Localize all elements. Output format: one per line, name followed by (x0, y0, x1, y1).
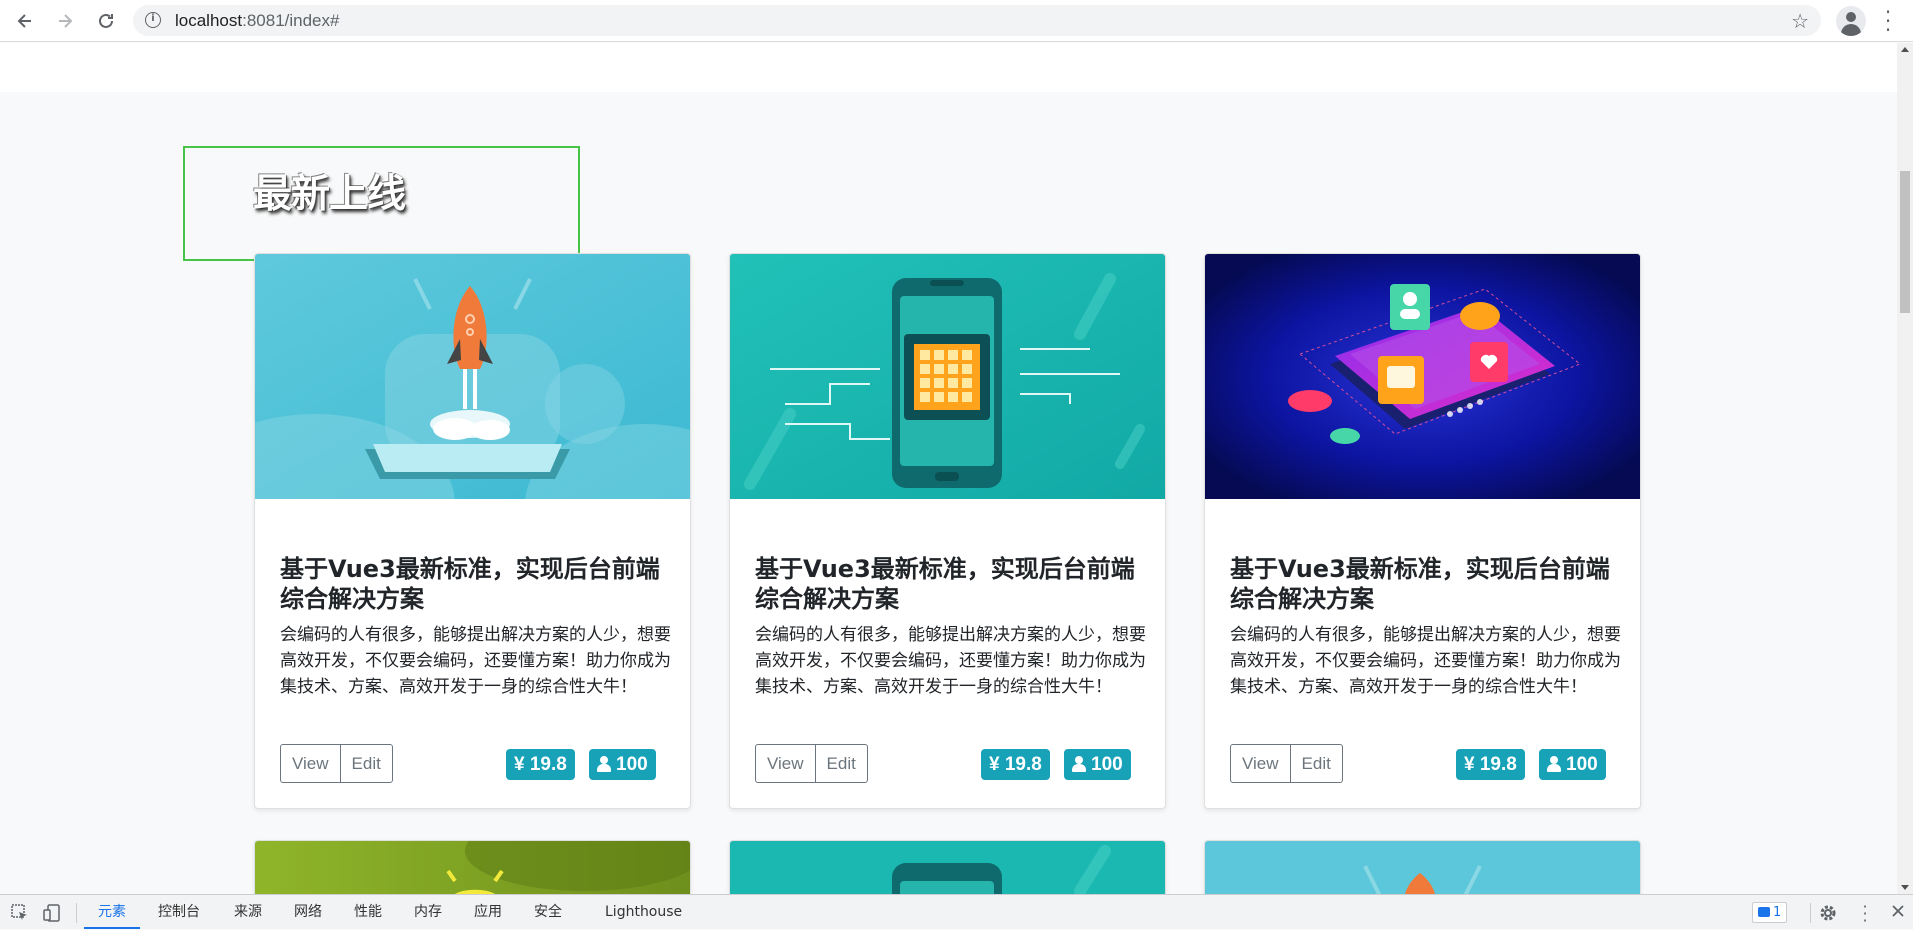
settings-gear-icon[interactable] (1818, 903, 1838, 923)
edit-button[interactable]: Edit (814, 744, 868, 783)
price-badge: ¥ 19.8 (981, 749, 1050, 780)
reload-icon[interactable] (93, 8, 119, 34)
course-card: 基于Vue3最新标准，实现后台前端综合解决方案 会编码的人有很多，能够提出解决方… (1204, 253, 1641, 809)
card-button-group: View Edit (755, 744, 868, 783)
phone-chip-illustration[interactable] (730, 254, 1165, 499)
users-badge: 100 (1064, 749, 1131, 780)
card-title: 基于Vue3最新标准，实现后台前端综合解决方案 (1230, 555, 1610, 613)
users-count: 100 (1566, 754, 1598, 775)
user-icon (1547, 756, 1561, 772)
price-value: ¥ 19.8 (1464, 754, 1517, 775)
tab-security[interactable]: 安全 (534, 895, 562, 929)
section-title: 最新上线 (253, 172, 406, 217)
page-scrollbar[interactable] (1897, 43, 1913, 894)
course-card: 基于Vue3最新标准，实现后台前端综合解决方案 会编码的人有很多，能够提出解决方… (729, 253, 1166, 809)
view-button[interactable]: View (755, 744, 816, 783)
price-value: ¥ 19.8 (514, 754, 567, 775)
issues-counter[interactable]: 1 (1752, 902, 1788, 923)
tab-console[interactable]: 控制台 (158, 895, 200, 929)
page-viewport: 最新上线 基于Vue3最新标准，实现后台前端综合解决方案 会编码的人有很多，能够… (0, 43, 1897, 894)
header-strip (0, 43, 1897, 92)
tab-sources[interactable]: 来源 (234, 895, 262, 929)
users-count: 100 (1091, 754, 1123, 775)
card-description: 会编码的人有很多，能够提出解决方案的人少，想要高效开发，不仅要会编码，还要懂方案… (280, 625, 671, 697)
isometric-phone-illustration[interactable] (1205, 254, 1640, 499)
card-description: 会编码的人有很多，能够提出解决方案的人少，想要高效开发，不仅要会编码，还要懂方案… (1230, 625, 1621, 697)
android-illustration[interactable] (255, 841, 690, 894)
url-path: :8081/index# (242, 11, 340, 30)
close-devtools-icon[interactable] (1890, 903, 1910, 923)
issues-count: 1 (1773, 905, 1782, 920)
tab-elements[interactable]: 元素 (84, 895, 140, 929)
card-title: 基于Vue3最新标准，实现后台前端综合解决方案 (280, 555, 660, 613)
message-icon (1758, 907, 1770, 917)
tab-application[interactable]: 应用 (474, 895, 502, 929)
course-card: 基于Vue3最新标准，实现后台前端综合解决方案 会编码的人有很多，能够提出解决方… (254, 253, 691, 809)
url-host: localhost (175, 11, 243, 30)
users-badge: 100 (589, 749, 656, 780)
course-card-partial (729, 840, 1166, 894)
arrow-forward-icon[interactable] (52, 8, 78, 34)
devtools-separator (76, 903, 77, 923)
url-text[interactable]: localhost:8081/index# (175, 11, 339, 31)
course-card-partial (1204, 840, 1641, 894)
view-button[interactable]: View (1230, 744, 1291, 783)
card-button-group: View Edit (1230, 744, 1343, 783)
tab-lighthouse[interactable]: Lighthouse (605, 895, 682, 929)
tab-network[interactable]: 网络 (294, 895, 322, 929)
course-card-partial (254, 840, 691, 894)
view-button[interactable]: View (280, 744, 341, 783)
users-count: 100 (616, 754, 648, 775)
edit-button[interactable]: Edit (1289, 744, 1343, 783)
device-toolbar-icon[interactable] (42, 903, 62, 923)
users-badge: 100 (1539, 749, 1606, 780)
inspect-element-icon[interactable] (10, 903, 30, 923)
price-badge: ¥ 19.8 (1456, 749, 1525, 780)
card-button-group: View Edit (280, 744, 393, 783)
price-value: ¥ 19.8 (989, 754, 1042, 775)
user-icon (1072, 756, 1086, 772)
profile-avatar-icon[interactable] (1836, 6, 1866, 36)
price-badge: ¥ 19.8 (506, 749, 575, 780)
rocket-illustration[interactable] (1205, 841, 1640, 894)
bookmark-star-icon[interactable]: ☆ (1791, 9, 1809, 33)
card-description: 会编码的人有很多，能够提出解决方案的人少，想要高效开发，不仅要会编码，还要懂方案… (755, 625, 1146, 697)
edit-button[interactable]: Edit (339, 744, 393, 783)
tab-performance[interactable]: 性能 (354, 895, 382, 929)
devtools-bar: 元素 控制台 来源 网络 性能 内存 应用 安全 Lighthouse 1 · ·… (0, 894, 1913, 929)
phone-chip-illustration[interactable] (730, 841, 1165, 894)
user-icon (597, 756, 611, 772)
browser-menu-icon[interactable]: · · · (1883, 2, 1893, 40)
more-options-icon[interactable]: · · · (1855, 899, 1875, 929)
card-title: 基于Vue3最新标准，实现后台前端综合解决方案 (755, 555, 1135, 613)
scrollbar-thumb[interactable] (1900, 171, 1910, 313)
rocket-illustration[interactable] (255, 254, 690, 499)
site-info-icon[interactable]: i (145, 12, 161, 28)
browser-toolbar: i localhost:8081/index# ☆ · · · (0, 0, 1913, 42)
scroll-up-icon[interactable] (1901, 47, 1909, 52)
devtools-separator (1810, 903, 1811, 923)
arrow-back-icon[interactable] (12, 8, 38, 34)
address-bar[interactable]: i localhost:8081/index# ☆ (133, 5, 1821, 36)
tab-memory[interactable]: 内存 (414, 895, 442, 929)
scroll-down-icon[interactable] (1901, 885, 1909, 890)
